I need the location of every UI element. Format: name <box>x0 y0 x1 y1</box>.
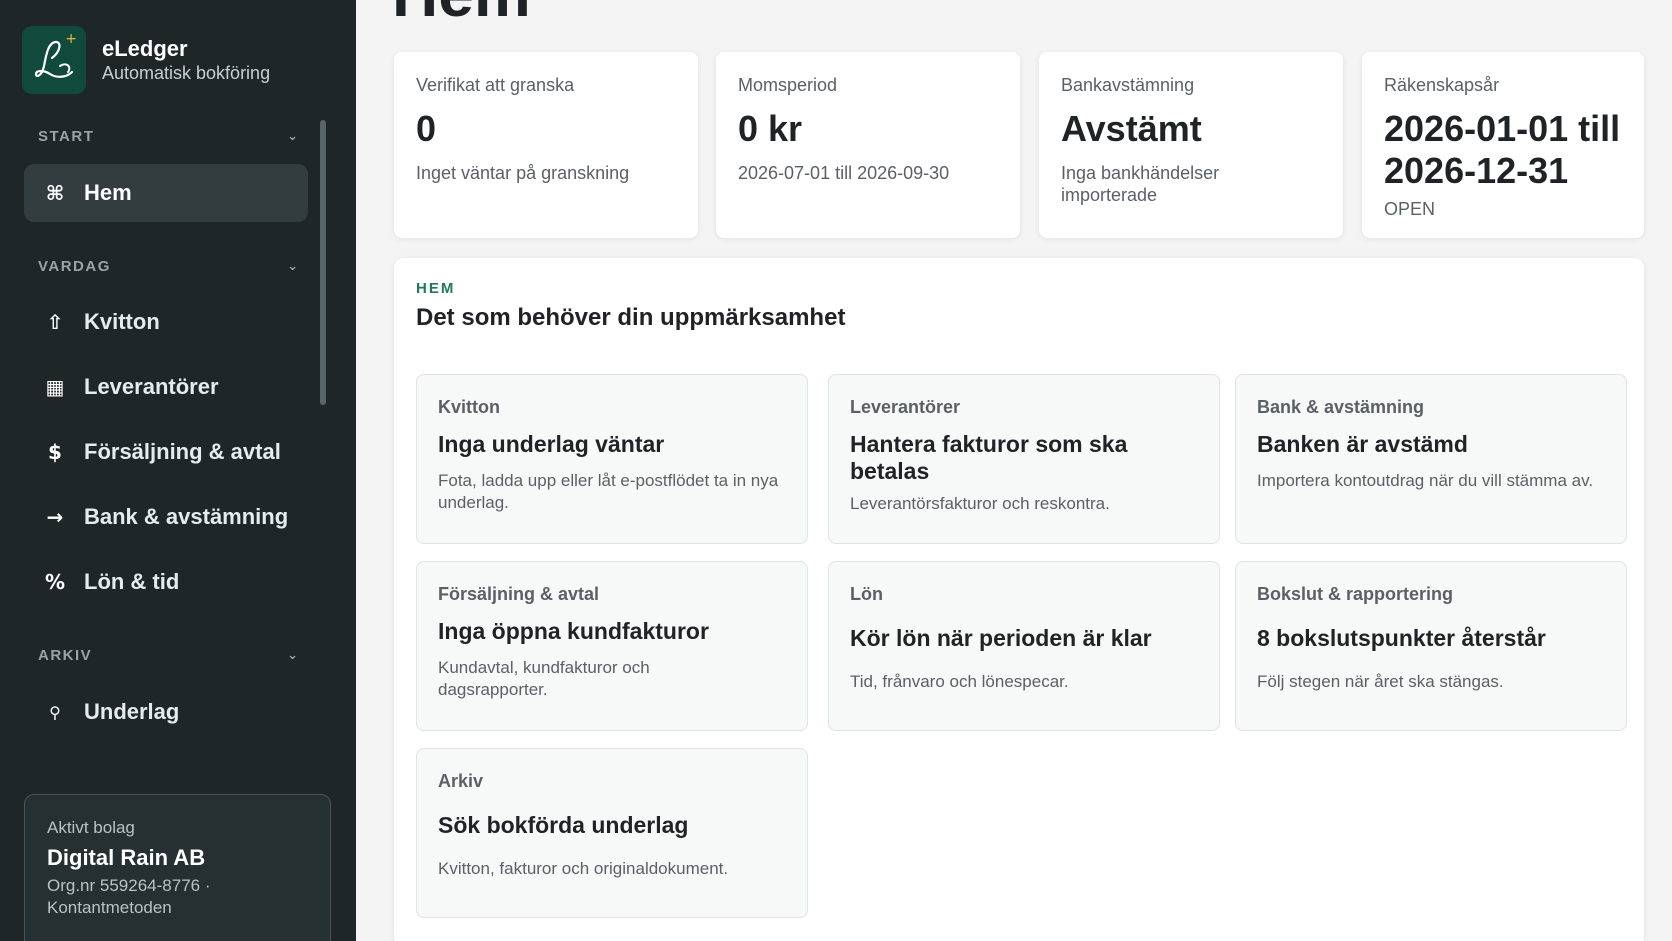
card-desc: Fota, ladda upp eller låt e-postflödet t… <box>438 471 779 512</box>
stat-card-verifikat[interactable]: Verifikat att granska 0 Inget väntar på … <box>394 52 698 238</box>
section-label: VARDAG <box>38 258 111 275</box>
stat-sub: OPEN <box>1384 199 1436 219</box>
sidebar-item-label: Bank & avstämning <box>84 504 289 529</box>
dollar-icon: $ <box>48 440 62 464</box>
sidebar-item-label: Försäljning & avtal <box>84 439 281 464</box>
card-kicker: Leverantörer <box>850 397 961 417</box>
stat-card-rakenskapsar[interactable]: Räkenskapsår 2026-01-01 till 2026-12-31 … <box>1362 52 1644 238</box>
brand[interactable]: + eLedger Automatisk bokföring <box>22 26 270 94</box>
stat-label: Momsperiod <box>738 75 838 95</box>
sidebar-item-underlag[interactable]: ⚲ Underlag <box>24 683 308 741</box>
sidebar-item-label: Hem <box>84 180 132 205</box>
search-icon: ⚲ <box>49 702 61 722</box>
card-title: Banken är avstämd <box>1257 431 1468 457</box>
card-desc: Tid, frånvaro och lönespecar. <box>850 672 1069 691</box>
sidebar-item-bank[interactable]: → Bank & avstämning <box>24 488 308 546</box>
card-kicker: Försäljning & avtal <box>438 584 600 604</box>
stat-label: Bankavstämning <box>1061 75 1195 95</box>
card-kicker: Kvitton <box>438 397 500 417</box>
card-title: Inga öppna kundfakturor <box>438 618 709 644</box>
section-label: START <box>38 128 95 145</box>
sidebar-item-label: Underlag <box>84 699 180 724</box>
stat-value: Avstämt <box>1061 108 1202 149</box>
card-lon[interactable]: Lön Kör lön när perioden är klar Tid, fr… <box>828 561 1220 731</box>
section-start[interactable]: START ⌄ <box>38 128 298 145</box>
sidebar-item-forsaljning[interactable]: $ Försäljning & avtal <box>24 423 308 481</box>
card-arkiv[interactable]: Arkiv Sök bokförda underlag Kvitton, fak… <box>416 748 808 918</box>
stat-label: Räkenskapsår <box>1384 75 1500 95</box>
sidebar-item-label: Lön & tid <box>84 569 180 594</box>
stat-card-momsperiod[interactable]: Momsperiod 0 kr 2026-07-01 till 2026-09-… <box>716 52 1020 238</box>
company-name: Digital Rain AB <box>47 845 206 870</box>
active-company-card[interactable]: Aktivt bolag Digital Rain AB Org.nr 5592… <box>24 794 331 941</box>
card-kvitton[interactable]: Kvitton Inga underlag väntar Fota, ladda… <box>416 374 808 544</box>
chevron-down-icon: ⌄ <box>287 129 298 144</box>
card-title: Hantera fakturor som ska betalas <box>850 431 1128 484</box>
section-label: ARKIV <box>38 647 93 664</box>
chevron-down-icon: ⌄ <box>287 648 298 663</box>
company-label: Aktivt bolag <box>47 818 135 837</box>
card-desc: Leverantörsfakturor och reskontra. <box>850 494 1110 513</box>
stat-value: 0 kr <box>738 108 803 149</box>
card-bokslut[interactable]: Bokslut & rapportering 8 bokslutspunkter… <box>1235 561 1627 731</box>
stat-card-bankavstamning[interactable]: Bankavstämning Avstämt Inga bankhändelse… <box>1039 52 1343 238</box>
card-kicker: Arkiv <box>438 771 484 791</box>
panel-title: Det som behöver din uppmärksamhet <box>416 304 846 331</box>
sidebar-item-hem[interactable]: ⌘ Hem <box>24 164 308 222</box>
card-kicker: Bank & avstämning <box>1257 397 1425 417</box>
stat-sub: 2026-07-01 till 2026-09-30 <box>738 163 950 183</box>
card-title: Sök bokförda underlag <box>438 812 689 838</box>
card-desc: Följ stegen när året ska stängas. <box>1257 672 1504 691</box>
sparkle-icon: + <box>65 31 77 47</box>
card-desc: Kvitton, fakturor och originaldokument. <box>438 859 729 878</box>
card-kicker: Lön <box>850 584 883 604</box>
section-arkiv[interactable]: ARKIV ⌄ <box>38 647 298 664</box>
sidebar-scrollbar[interactable] <box>320 120 326 405</box>
app-logo: + <box>22 26 86 94</box>
upload-icon: ⇧ <box>46 310 64 334</box>
stat-value: 0 <box>416 108 437 149</box>
card-kicker: Bokslut & rapportering <box>1257 584 1454 604</box>
sidebar: + eLedger Automatisk bokföring START ⌄ ⌘… <box>0 0 356 941</box>
grid-icon: ▦ <box>45 375 65 399</box>
attention-panel: HEM Det som behöver din uppmärksamhet Kv… <box>394 258 1644 941</box>
card-bank[interactable]: Bank & avstämning Banken är avstämd Impo… <box>1235 374 1627 544</box>
page-title: Hem <box>392 0 531 26</box>
brand-subtitle: Automatisk bokföring <box>102 63 271 83</box>
brand-name: eLedger <box>102 36 188 61</box>
card-forsaljning[interactable]: Försäljning & avtal Inga öppna kundfaktu… <box>416 561 808 731</box>
sidebar-item-label: Leverantörer <box>84 374 219 399</box>
card-leverantorer[interactable]: Leverantörer Hantera fakturor som ska be… <box>828 374 1220 544</box>
company-org-number: Org.nr 559264-8776 · Kontantmetoden <box>47 876 211 917</box>
sidebar-item-label: Kvitton <box>84 309 160 334</box>
sidebar-item-leverantorer[interactable]: ▦ Leverantörer <box>24 358 308 416</box>
card-title: Inga underlag väntar <box>438 431 665 457</box>
sidebar-item-lon[interactable]: % Lön & tid <box>24 553 308 611</box>
stat-sub: Inga bankhändelser importerade <box>1061 163 1220 205</box>
sidebar-item-kvitton[interactable]: ⇧ Kvitton <box>24 293 308 351</box>
stat-sub: Inget väntar på granskning <box>416 163 630 183</box>
stat-label: Verifikat att granska <box>416 75 575 95</box>
stat-value: 2026-01-01 till 2026-12-31 <box>1384 108 1621 191</box>
arrow-right-icon: → <box>46 505 64 529</box>
card-title: Kör lön när perioden är klar <box>850 625 1152 651</box>
card-title: 8 bokslutspunkter återstår <box>1257 625 1546 651</box>
panel-eyebrow: HEM <box>416 280 456 297</box>
chevron-down-icon: ⌄ <box>287 259 298 274</box>
card-desc: Kundavtal, kundfakturor och dagsrapporte… <box>438 658 650 699</box>
card-desc: Importera kontoutdrag när du vill stämma… <box>1257 471 1594 490</box>
percent-icon: % <box>44 570 66 594</box>
command-icon: ⌘ <box>45 181 65 205</box>
section-vardag[interactable]: VARDAG ⌄ <box>38 258 298 275</box>
